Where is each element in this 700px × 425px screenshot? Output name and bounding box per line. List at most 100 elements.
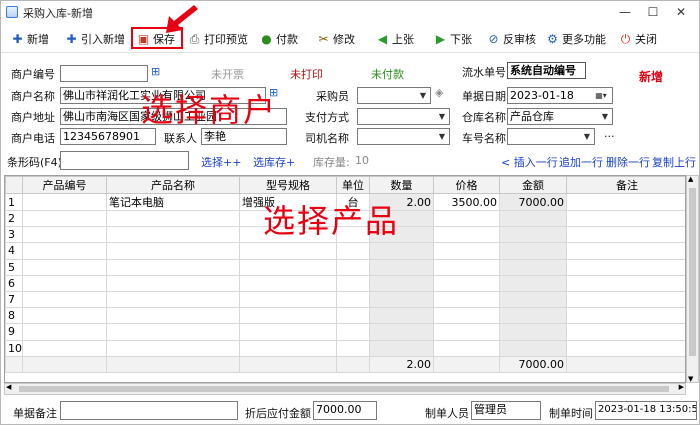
cell-price[interactable] [433, 209, 500, 228]
cell-unit[interactable] [336, 274, 370, 292]
cell-amount[interactable] [499, 307, 567, 325]
col-header-product-code[interactable]: 产品编号 [22, 176, 107, 194]
merchant-code-field[interactable] [60, 65, 148, 82]
col-header-unit[interactable]: 单位 [336, 176, 370, 194]
cell-remark[interactable] [566, 193, 685, 211]
cell-price[interactable] [433, 339, 500, 357]
calendar-icon[interactable]: ▦▾ [591, 89, 611, 102]
more-functions-button[interactable]: ⚙ 更多功能 [546, 29, 606, 49]
col-header-model[interactable]: 型号规格 [239, 176, 337, 194]
cell-product-code[interactable] [22, 193, 107, 211]
col-header-remark[interactable]: 备注 [566, 176, 685, 194]
cell-unit[interactable] [336, 355, 370, 373]
cell-quantity[interactable] [369, 274, 434, 292]
cell-remark[interactable] [566, 258, 685, 276]
cell-unit[interactable] [336, 307, 370, 325]
cell-product-code[interactable] [22, 339, 107, 357]
cell-quantity[interactable] [369, 258, 434, 276]
cell-amount[interactable] [499, 258, 567, 276]
add-button[interactable]: ✚ 新增 [11, 29, 49, 49]
horizontal-scrollbar[interactable]: ◀ ▶ [4, 383, 686, 395]
cell-quantity[interactable] [369, 307, 434, 325]
cell-quantity[interactable] [369, 339, 434, 357]
select-plus-link[interactable]: 选择++ [201, 154, 241, 170]
cell-product-code[interactable] [22, 274, 107, 292]
cell-unit[interactable] [336, 323, 370, 341]
cell-unit[interactable] [336, 339, 370, 357]
cell-price[interactable] [433, 274, 500, 292]
cell-product-code[interactable] [22, 242, 107, 260]
import-add-button[interactable]: ✚ 引入新增 [65, 29, 125, 49]
cell-product-name[interactable] [106, 290, 240, 309]
cell-price[interactable] [433, 290, 500, 309]
cell-model-spec[interactable] [239, 290, 337, 309]
cell-price[interactable]: 3500.00 [433, 193, 500, 211]
cell-remark[interactable] [566, 242, 685, 260]
table-row[interactable]: 4 [5, 242, 685, 260]
warehouse-select[interactable]: 产品仓库 ▼ [507, 108, 613, 125]
cell-product-name[interactable] [106, 209, 240, 228]
col-header-product-name[interactable]: 产品名称 [106, 176, 240, 194]
cell-product-name[interactable] [106, 226, 240, 244]
cell-price[interactable] [433, 307, 500, 325]
col-header-price[interactable]: 价格 [433, 176, 500, 194]
buyer-select[interactable]: ▼ [357, 87, 431, 104]
scrollbar-thumb[interactable] [689, 188, 696, 356]
pay-button[interactable]: ● 付款 [260, 29, 298, 49]
cell-quantity[interactable] [369, 290, 434, 309]
table-row[interactable]: 5 [5, 258, 685, 276]
cell-model-spec[interactable] [239, 258, 337, 276]
delete-row-link[interactable]: 删除一行 [606, 154, 650, 170]
table-row[interactable]: 7 [5, 290, 685, 309]
cell-model-spec[interactable] [239, 323, 337, 341]
cell-price[interactable] [433, 226, 500, 244]
scrollbar-thumb[interactable] [19, 386, 669, 392]
unaudit-button[interactable]: ⊘ 反审核 [487, 29, 536, 49]
table-row[interactable]: 8 [5, 307, 685, 325]
cell-amount[interactable] [499, 226, 567, 244]
cell-product-code[interactable] [22, 226, 107, 244]
cell-product-name[interactable] [106, 274, 240, 292]
cell-quantity[interactable] [369, 242, 434, 260]
close-window-button[interactable]: ✕ [667, 1, 695, 23]
cell-product-code[interactable] [22, 355, 107, 373]
cell-product-name[interactable] [106, 339, 240, 357]
cell-price[interactable] [433, 323, 500, 341]
pay-method-select[interactable]: ▼ [357, 108, 450, 125]
cell-product-name[interactable] [106, 355, 240, 373]
prev-button[interactable]: ◀ 上张 [376, 29, 414, 49]
cell-product-name[interactable]: 笔记本电脑 [106, 193, 240, 211]
remark-field[interactable] [60, 401, 238, 420]
scroll-left-icon[interactable]: ◀ [6, 383, 11, 391]
cell-quantity[interactable] [369, 323, 434, 341]
cell-amount[interactable] [499, 290, 567, 309]
cell-amount[interactable]: 7000.00 [499, 355, 567, 373]
cell-remark[interactable] [566, 339, 685, 357]
cell-remark[interactable] [566, 323, 685, 341]
cell-amount[interactable] [499, 242, 567, 260]
plate-select[interactable]: ▼ [507, 128, 595, 145]
table-row[interactable]: 9 [5, 323, 685, 341]
cell-unit[interactable] [336, 258, 370, 276]
cell-remark[interactable] [566, 355, 685, 373]
cell-amount[interactable] [499, 323, 567, 341]
cell-unit[interactable] [336, 290, 370, 309]
cell-price[interactable] [433, 355, 500, 373]
modify-button[interactable]: ✂ 修改 [317, 29, 355, 49]
eraser-icon[interactable]: ◈ [435, 86, 443, 99]
cell-model-spec[interactable] [239, 274, 337, 292]
cell-product-name[interactable] [106, 242, 240, 260]
table-row[interactable]: 6 [5, 274, 685, 292]
cell-product-name[interactable] [106, 258, 240, 276]
scroll-down-icon[interactable]: ▼ [688, 375, 693, 383]
cell-model-spec[interactable] [239, 307, 337, 325]
driver-select[interactable]: ▼ [357, 128, 450, 145]
cell-remark[interactable] [566, 226, 685, 244]
cell-unit[interactable] [336, 242, 370, 260]
cell-product-code[interactable] [22, 307, 107, 325]
cell-product-name[interactable] [106, 323, 240, 341]
col-header-quantity[interactable]: 数量 [369, 176, 434, 194]
vertical-scrollbar[interactable]: ▲ ▼ [686, 175, 699, 383]
cell-model-spec[interactable] [239, 339, 337, 357]
col-header-amount[interactable]: 金额 [499, 176, 567, 194]
